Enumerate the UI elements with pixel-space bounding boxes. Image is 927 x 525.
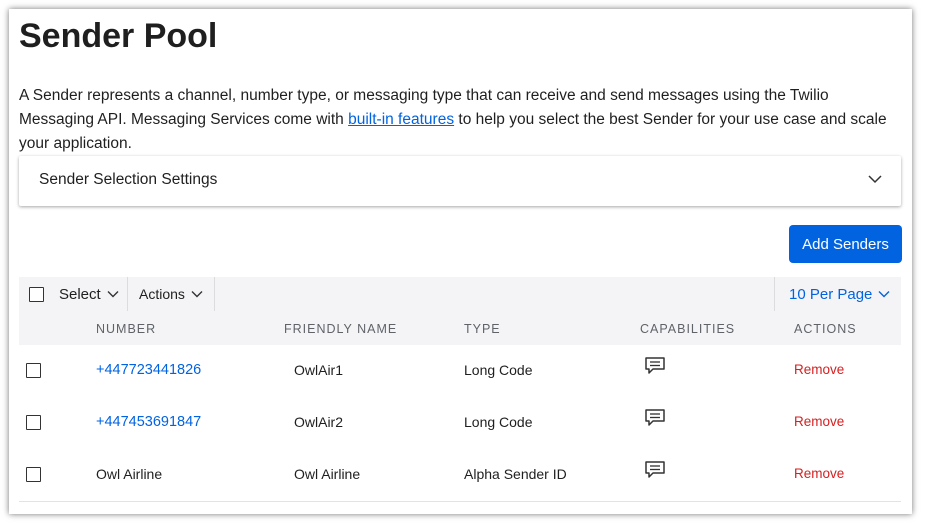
- row-checkbox[interactable]: [26, 363, 41, 378]
- table-row: Owl Airline Owl Airline Alpha Sender ID …: [19, 449, 901, 502]
- remove-button[interactable]: Remove: [794, 362, 844, 377]
- toolbar-divider: [214, 277, 215, 311]
- remove-button[interactable]: Remove: [794, 414, 844, 429]
- built-in-features-link[interactable]: built-in features: [348, 111, 454, 128]
- row-checkbox[interactable]: [26, 467, 41, 482]
- chevron-down-icon: [107, 291, 119, 298]
- sender-type: Alpha Sender ID: [464, 466, 567, 482]
- sender-pool-panel: Sender Pool A Sender represents a channe…: [9, 9, 912, 514]
- row-checkbox[interactable]: [26, 415, 41, 430]
- actions-dropdown-label: Actions: [139, 286, 185, 302]
- friendly-name: OwlAir1: [294, 362, 344, 378]
- page-description: A Sender represents a channel, number ty…: [19, 84, 904, 156]
- table-row: +447453691847 OwlAir2 Long Code Remove: [19, 397, 901, 450]
- actions-dropdown[interactable]: Actions: [139, 286, 204, 302]
- column-header-number: NUMBER: [96, 322, 157, 336]
- friendly-name: Owl Airline: [294, 466, 361, 482]
- table-toolbar: Select Actions 10 Per Page: [19, 277, 901, 311]
- column-header-actions: ACTIONS: [794, 322, 857, 336]
- toolbar-divider: [774, 277, 775, 311]
- column-header-capabilities: CAPABILITIES: [640, 322, 736, 336]
- per-page-dropdown[interactable]: 10 Per Page: [789, 286, 891, 303]
- chevron-down-icon: [878, 291, 890, 298]
- sender-number-link[interactable]: +447723441826: [96, 362, 201, 378]
- sms-icon: [644, 460, 666, 485]
- sender-number-link[interactable]: +447453691847: [96, 414, 201, 430]
- toolbar-divider: [127, 277, 128, 311]
- chevron-down-icon: [867, 171, 883, 192]
- table-row: +447723441826 OwlAir1 Long Code Remove: [19, 345, 901, 398]
- remove-button[interactable]: Remove: [794, 466, 844, 481]
- select-dropdown[interactable]: Select: [59, 286, 120, 303]
- page-title: Sender Pool: [19, 17, 218, 55]
- column-header-type: TYPE: [464, 322, 501, 336]
- per-page-label: 10 Per Page: [789, 285, 873, 303]
- sms-icon: [644, 356, 666, 381]
- sender-type: Long Code: [464, 362, 533, 378]
- sender-number: Owl Airline: [96, 466, 163, 482]
- table-header: NUMBER FRIENDLY NAME TYPE CAPABILITIES A…: [19, 311, 901, 345]
- sms-icon: [644, 408, 666, 433]
- add-senders-button[interactable]: Add Senders: [789, 225, 902, 263]
- friendly-name: OwlAir2: [294, 414, 344, 430]
- select-dropdown-label: Select: [59, 285, 101, 303]
- chevron-down-icon: [191, 291, 203, 298]
- column-header-friendly-name: FRIENDLY NAME: [284, 322, 398, 336]
- sender-selection-settings-accordion[interactable]: Sender Selection Settings: [19, 156, 901, 206]
- sender-selection-settings-label: Sender Selection Settings: [39, 171, 218, 188]
- sender-type: Long Code: [464, 414, 533, 430]
- select-all-checkbox[interactable]: [29, 286, 44, 302]
